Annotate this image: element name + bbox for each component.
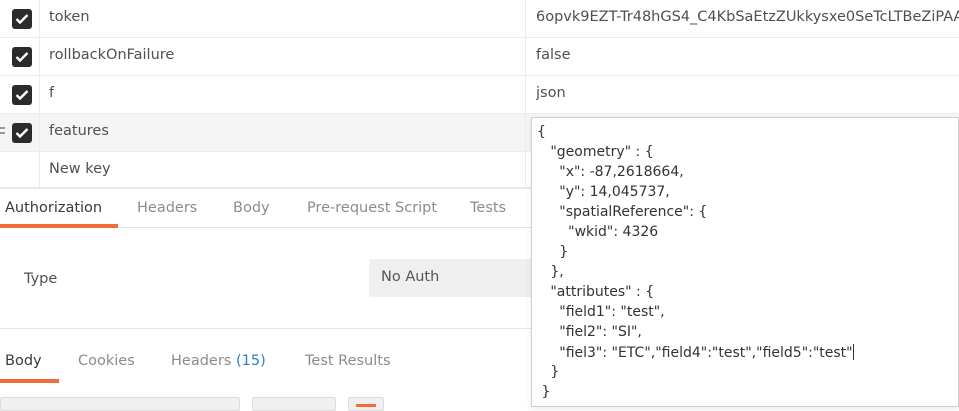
param-value[interactable]: json [536, 85, 959, 101]
wrap-lines-button[interactable] [348, 397, 384, 411]
editor-line: "geometry" : { [537, 144, 654, 160]
key-cell[interactable] [40, 0, 526, 37]
param-checkbox[interactable] [12, 9, 32, 29]
param-key[interactable]: f [49, 85, 54, 101]
editor-line: "field1": "test", [537, 304, 665, 320]
auth-type-select[interactable]: No Auth [369, 259, 539, 297]
new-key-input[interactable]: New key [49, 161, 111, 177]
key-cell[interactable] [40, 114, 526, 151]
wrap-icon [356, 404, 376, 407]
editor-line-with-caret: "fiel3": "ETC","field4":"test","field5":… [537, 344, 854, 361]
param-row: f json [0, 76, 959, 114]
param-row: rollbackOnFailure false [0, 38, 959, 76]
editor-line: "x": -87,2618664, [537, 164, 684, 180]
tab-test-results[interactable]: Test Results [305, 353, 391, 369]
param-row: token 6opvk9EZT-Tr48hGS4_C4KbSaEtzZUkkys… [0, 0, 959, 38]
editor-line: "attributes" : { [537, 284, 655, 300]
param-checkbox[interactable] [12, 47, 32, 67]
editor-line: "wkid": 4326 [537, 224, 659, 240]
tab-authorization[interactable]: Authorization [5, 200, 102, 216]
checkbox-cell [0, 0, 40, 37]
checkmark-icon [15, 52, 29, 63]
param-checkbox[interactable] [12, 123, 32, 143]
editor-line-text: "fiel3": "ETC","field4":"test","field5":… [537, 345, 853, 361]
active-response-tab-indicator [0, 379, 59, 383]
checkmark-icon [15, 14, 29, 25]
param-value[interactable]: false [536, 47, 959, 63]
checkmark-icon [15, 128, 29, 139]
editor-line: } [537, 364, 560, 380]
tab-headers[interactable]: Headers [137, 200, 197, 216]
param-key[interactable]: rollbackOnFailure [49, 47, 174, 63]
key-cell[interactable] [40, 152, 526, 187]
text-caret [852, 344, 854, 360]
auth-type-value: No Auth [381, 269, 440, 285]
headers-count-badge: (15) [235, 353, 266, 369]
key-cell[interactable] [40, 76, 526, 113]
tab-response-headers-label: Headers [171, 353, 232, 369]
response-view-select[interactable] [252, 397, 336, 411]
tab-tests[interactable]: Tests [470, 200, 506, 216]
editor-line: } [537, 244, 569, 260]
editor-line: "y": 14,045737, [537, 184, 670, 200]
editor-line: } [537, 384, 551, 400]
checkmark-icon [15, 90, 29, 101]
editor-line: { [537, 124, 546, 140]
checkbox-cell [0, 76, 40, 113]
checkbox-cell [0, 152, 40, 187]
editor-line: "spatialReference": { [537, 204, 708, 220]
param-key[interactable]: features [49, 123, 109, 139]
tab-response-body[interactable]: Body [5, 353, 42, 369]
param-key[interactable]: token [49, 9, 90, 25]
checkbox-cell [0, 114, 40, 151]
tab-response-headers[interactable]: Headers (15) [171, 353, 266, 369]
value-editor-popup[interactable]: { "geometry" : { "x": -87,2618664, "y": … [531, 117, 959, 407]
editor-line: "fiel2": "SI", [537, 324, 642, 340]
tab-body[interactable]: Body [233, 200, 270, 216]
type-label: Type [24, 271, 58, 287]
editor-line: }, [537, 264, 564, 280]
param-checkbox[interactable] [12, 85, 32, 105]
tab-pre-request-script[interactable]: Pre-request Script [307, 200, 437, 216]
param-value[interactable]: 6opvk9EZT-Tr48hGS4_C4KbSaEtzZUkkysxe0SeT… [536, 9, 959, 25]
response-format-select[interactable] [0, 397, 240, 411]
tab-cookies[interactable]: Cookies [78, 353, 135, 369]
checkbox-cell [0, 38, 40, 75]
